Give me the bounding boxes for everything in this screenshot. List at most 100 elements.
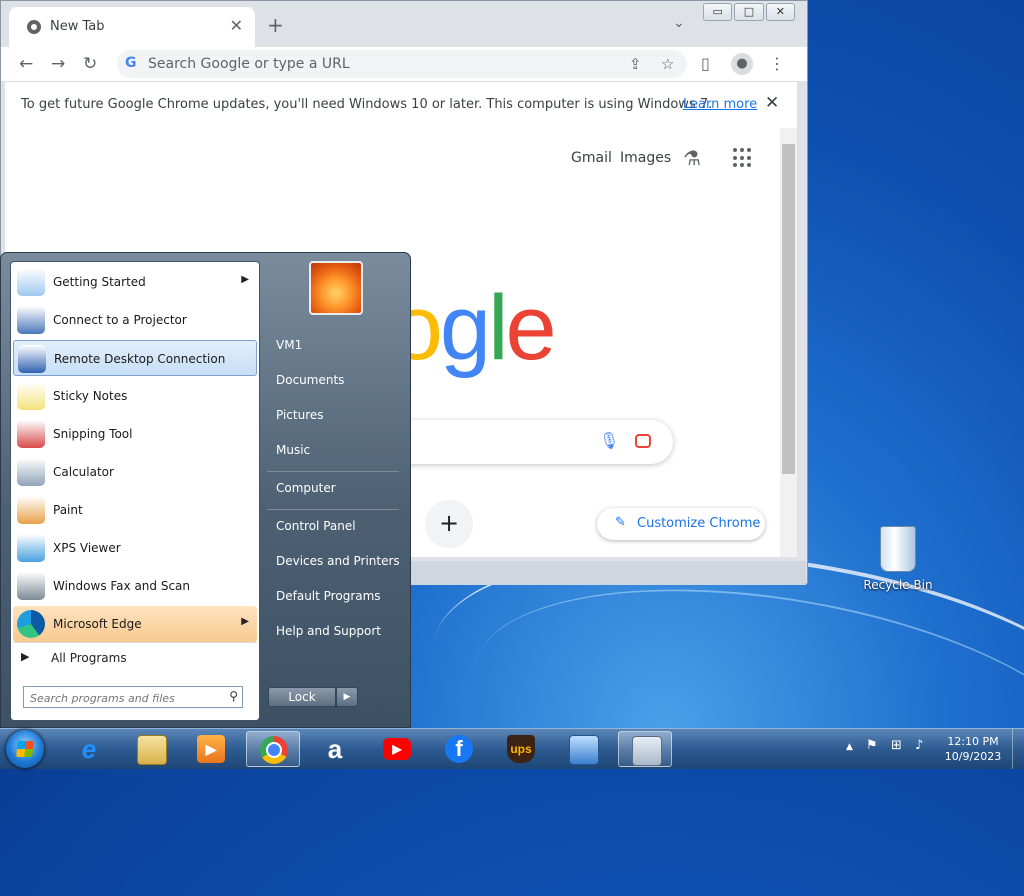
gmail-link[interactable]: Gmail xyxy=(571,150,612,166)
add-shortcut-button[interactable]: + xyxy=(425,500,473,548)
lock-button[interactable]: Lock xyxy=(268,687,336,707)
taskbar-media-player[interactable]: ▶ xyxy=(184,731,238,767)
program-item-paint[interactable]: Paint xyxy=(13,492,257,528)
tab-search-icon[interactable]: ⌄ xyxy=(673,15,685,31)
pencil-icon: ✎ xyxy=(615,515,626,530)
back-arrow-icon[interactable]: ← xyxy=(19,54,33,74)
program-label: Snipping Tool xyxy=(53,427,133,441)
tab-close-icon[interactable]: ✕ xyxy=(230,16,243,35)
show-desktop-button[interactable] xyxy=(1012,729,1024,769)
search-programs-field[interactable]: ⚲ xyxy=(23,686,243,708)
scrollbar-thumb[interactable] xyxy=(782,144,795,474)
xps-viewer-icon xyxy=(17,534,45,562)
program-item-edge[interactable]: Microsoft Edge ▶ xyxy=(13,606,257,642)
omnibox-placeholder: Search Google or type a URL xyxy=(148,56,350,72)
program-label: XPS Viewer xyxy=(53,541,121,555)
program-item-calculator[interactable]: Calculator xyxy=(13,454,257,490)
taskbar-internet-explorer[interactable]: e xyxy=(62,731,116,767)
side-panel-icon[interactable]: ▯ xyxy=(701,54,710,73)
start-link-computer[interactable]: Computer xyxy=(276,481,336,495)
images-link[interactable]: Images xyxy=(620,150,671,166)
page-scrollbar[interactable] xyxy=(780,128,797,557)
action-center-flag-icon[interactable]: ⚑ xyxy=(866,738,878,753)
start-link-music[interactable]: Music xyxy=(276,443,310,457)
all-programs-item[interactable]: ▶ All Programs xyxy=(13,642,257,673)
start-link-help-and-support[interactable]: Help and Support xyxy=(276,624,381,638)
new-tab-button[interactable]: + xyxy=(267,13,284,37)
start-orb-button[interactable] xyxy=(6,730,44,768)
program-item-xps-viewer[interactable]: XPS Viewer xyxy=(13,530,257,566)
forward-arrow-icon[interactable]: → xyxy=(51,54,65,74)
google-lens-icon[interactable] xyxy=(635,434,651,448)
shutdown-options-arrow-icon[interactable]: ▶ xyxy=(336,687,358,707)
taskbar-rdp-window[interactable] xyxy=(618,731,672,767)
fax-scan-icon xyxy=(17,572,45,600)
minimize-button[interactable]: ▭ xyxy=(703,3,733,21)
expand-arrow-icon: ▶ xyxy=(21,650,30,663)
tab-new-tab[interactable]: New Tab ✕ xyxy=(9,7,255,47)
start-link-vm1[interactable]: VM1 xyxy=(276,338,302,352)
program-item-fax-scan[interactable]: Windows Fax and Scan xyxy=(13,568,257,604)
ups-icon: ups xyxy=(507,735,535,763)
taskbar-ups[interactable]: ups xyxy=(494,731,548,767)
taskbar-chrome[interactable] xyxy=(246,731,300,767)
program-label: Windows Fax and Scan xyxy=(53,579,191,593)
program-item-remote-desktop[interactable]: Remote Desktop Connection xyxy=(13,340,257,376)
submenu-arrow-icon: ▶ xyxy=(241,616,249,627)
taskbar-youtube[interactable]: ▶ xyxy=(370,731,424,767)
logo-letter: l xyxy=(488,277,509,379)
taskbar-file-explorer[interactable] xyxy=(124,731,178,767)
omnibox[interactable]: G Search Google or type a URL ⇪ ☆ xyxy=(117,50,687,78)
paint-icon xyxy=(17,496,45,524)
start-link-default-programs[interactable]: Default Programs xyxy=(276,589,381,603)
search-programs-input[interactable] xyxy=(28,689,222,707)
reload-icon[interactable]: ↻ xyxy=(83,54,97,74)
chrome-favicon-icon xyxy=(27,20,41,34)
taskbar-amazon[interactable]: a xyxy=(308,731,362,767)
recycle-bin[interactable]: Recycle Bin xyxy=(860,526,936,592)
sticky-notes-icon xyxy=(17,382,45,410)
infobar-close-icon[interactable]: ✕ xyxy=(765,93,779,113)
maximize-button[interactable]: □ xyxy=(734,3,764,21)
start-link-pictures[interactable]: Pictures xyxy=(276,408,324,422)
google-g-icon: G xyxy=(125,55,137,71)
system-clock[interactable]: 12:10 PM 10/9/2023 xyxy=(938,734,1008,764)
bookmark-star-icon[interactable]: ☆ xyxy=(661,55,674,73)
user-picture-avatar[interactable] xyxy=(309,261,363,315)
program-label: Microsoft Edge xyxy=(53,617,142,631)
program-label: Paint xyxy=(53,503,83,517)
facebook-icon: f xyxy=(445,735,473,763)
network-icon[interactable]: ⊞ xyxy=(891,738,902,753)
program-item-snipping-tool[interactable]: Snipping Tool xyxy=(13,416,257,452)
program-label: Sticky Notes xyxy=(53,389,128,403)
chrome-menu-icon[interactable]: ⋮ xyxy=(769,54,785,73)
infobar-message: To get future Google Chrome updates, you… xyxy=(21,97,713,112)
volume-muted-icon[interactable]: ♪ xyxy=(915,738,923,753)
search-icon[interactable]: ⚲ xyxy=(229,689,238,703)
voice-search-icon[interactable]: 🎙 xyxy=(599,431,619,450)
file-explorer-icon xyxy=(137,735,167,765)
all-programs-label: All Programs xyxy=(51,651,127,665)
taskbar: e ▶ a ▶ f ups ▲ ⚑ ⊞ ♪ 12:10 PM 10/9/2023 xyxy=(0,728,1024,769)
google-apps-icon[interactable] xyxy=(733,148,753,168)
share-icon[interactable]: ⇪ xyxy=(629,55,642,73)
tab-bar: New Tab ✕ + ⌄ ▭ □ ✕ xyxy=(1,1,807,47)
learn-more-link[interactable]: Learn more xyxy=(683,97,757,112)
start-link-devices-and-printers[interactable]: Devices and Printers xyxy=(276,554,400,568)
profile-avatar-icon[interactable]: ● xyxy=(731,53,753,75)
internet-explorer-icon: e xyxy=(81,734,97,764)
taskbar-remote-desktop[interactable] xyxy=(556,731,610,767)
customize-chrome-button[interactable]: ✎ Customize Chrome xyxy=(597,508,765,540)
program-item-projector[interactable]: Connect to a Projector xyxy=(13,302,257,338)
labs-flask-icon[interactable]: ⚗ xyxy=(683,146,701,170)
start-link-documents[interactable]: Documents xyxy=(276,373,344,387)
program-label: Remote Desktop Connection xyxy=(54,352,226,366)
program-item-getting-started[interactable]: Getting Started ▶ xyxy=(13,264,257,300)
menu-separator xyxy=(267,471,399,472)
program-item-sticky-notes[interactable]: Sticky Notes xyxy=(13,378,257,414)
program-label: Getting Started xyxy=(53,275,146,289)
taskbar-facebook[interactable]: f xyxy=(432,731,486,767)
show-hidden-icons-arrow[interactable]: ▲ xyxy=(846,742,853,752)
close-window-button[interactable]: ✕ xyxy=(765,3,795,21)
start-link-control-panel[interactable]: Control Panel xyxy=(276,519,356,533)
